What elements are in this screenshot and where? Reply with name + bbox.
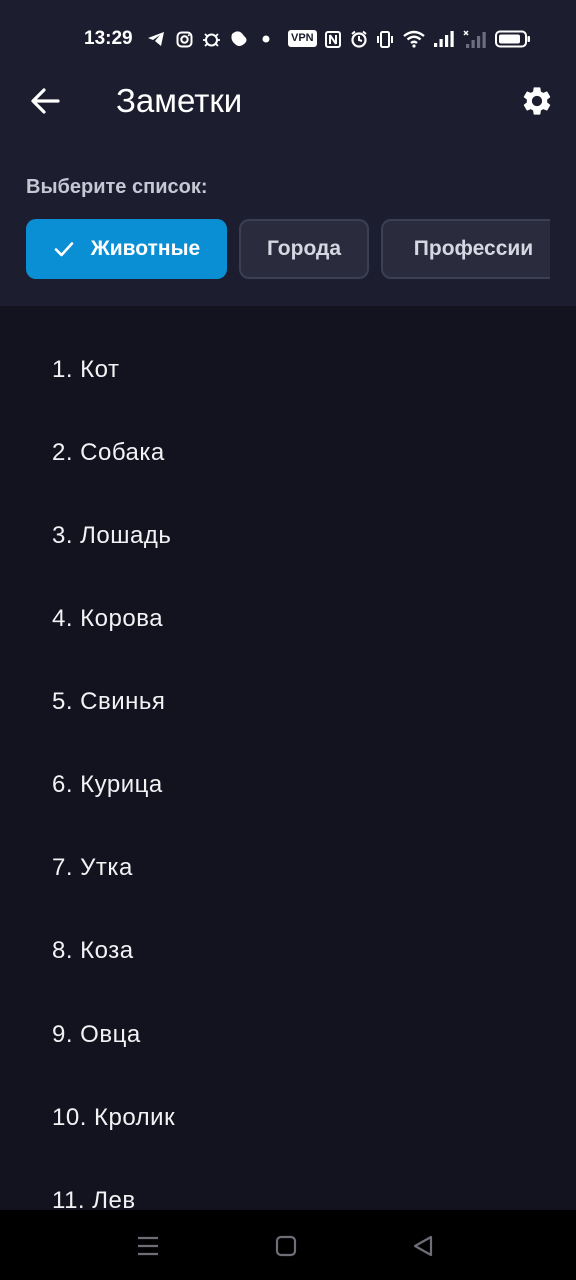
- bug-icon: [201, 28, 221, 50]
- gear-icon: [520, 84, 554, 118]
- telegram-icon: [146, 28, 166, 50]
- chip-label: Животные: [90, 237, 201, 260]
- back-nav-button[interactable]: [412, 1234, 434, 1258]
- system-nav-bar: [0, 1210, 576, 1280]
- status-time: 13:29: [84, 28, 133, 49]
- chip-professions[interactable]: Профессии: [381, 219, 550, 279]
- vibrate-icon: [375, 28, 395, 50]
- triangle-back-icon: [413, 1235, 433, 1257]
- back-button[interactable]: [28, 84, 62, 118]
- battery-icon: [494, 28, 532, 50]
- list-item[interactable]: 7. Утка: [52, 854, 133, 882]
- home-icon: [275, 1235, 297, 1257]
- list-item[interactable]: 9. Овца: [52, 1021, 141, 1049]
- list-item[interactable]: 10. Кролик: [52, 1104, 175, 1132]
- list-selector-label: Выберите список:: [26, 176, 208, 198]
- chip-animals[interactable]: Животные: [26, 219, 227, 279]
- list-item[interactable]: 11. Лев: [52, 1187, 136, 1210]
- wifi-icon: [401, 28, 427, 50]
- header: 13:29 VPN Заметки Выберите список: Живот…: [0, 0, 576, 306]
- instagram-icon: [174, 28, 194, 50]
- arrow-left-icon: [28, 84, 62, 118]
- recents-button[interactable]: [136, 1234, 160, 1258]
- notes-list[interactable]: 1. Кот 2. Собака 3. Лошадь 4. Корова 5. …: [0, 306, 576, 1210]
- chip-label: Профессии: [413, 237, 534, 260]
- chip-row: Животные Города Профессии: [26, 219, 550, 279]
- list-item[interactable]: 6. Курица: [52, 771, 163, 799]
- list-item[interactable]: 5. Свинья: [52, 688, 165, 716]
- home-button[interactable]: [275, 1235, 297, 1257]
- signal-icon: [432, 28, 456, 50]
- settings-button[interactable]: [520, 84, 554, 118]
- nfc-icon: [324, 28, 342, 50]
- alarm-icon: [349, 28, 369, 50]
- list-item[interactable]: 8. Коза: [52, 937, 134, 965]
- list-item[interactable]: 3. Лошадь: [52, 522, 171, 550]
- status-bar: 13:29 VPN: [0, 0, 576, 78]
- dot-icon: [261, 28, 271, 50]
- vpn-icon: VPN: [288, 30, 317, 47]
- app-icon: [228, 28, 250, 50]
- checkmark-icon: [53, 238, 75, 260]
- list-item[interactable]: 4. Корова: [52, 605, 163, 633]
- page-title: Заметки: [116, 82, 243, 119]
- chip-label: Города: [266, 237, 342, 260]
- list-item[interactable]: 1. Кот: [52, 356, 119, 384]
- chip-cities[interactable]: Города: [239, 219, 369, 279]
- menu-icon: [138, 1236, 158, 1256]
- signal-icon: [462, 28, 488, 50]
- list-item[interactable]: 2. Собака: [52, 439, 165, 467]
